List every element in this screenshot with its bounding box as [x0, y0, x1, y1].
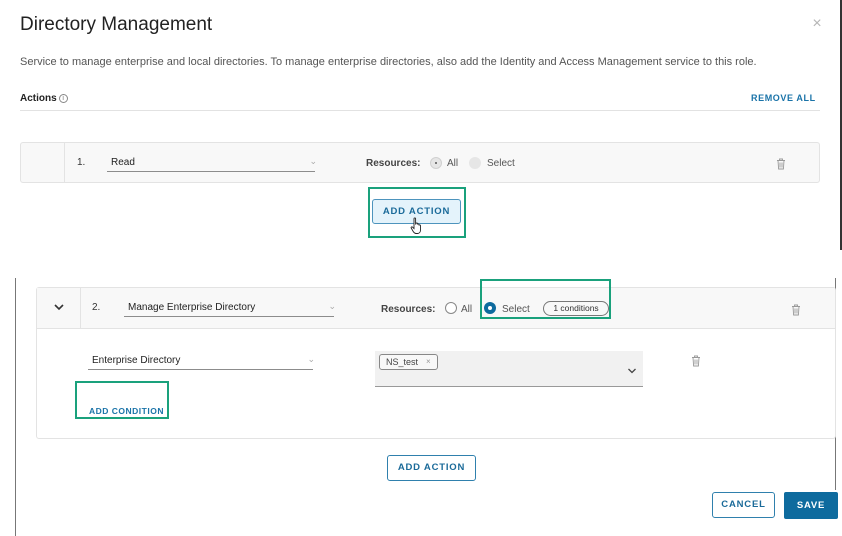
action-number: 1.	[77, 157, 86, 168]
divider	[20, 110, 820, 111]
add-action-button[interactable]: ADD ACTION	[387, 455, 476, 481]
modal-description: Service to manage enterprise and local d…	[20, 56, 757, 68]
radio-select[interactable]	[469, 157, 481, 169]
trash-icon[interactable]	[776, 158, 786, 170]
row-gutter	[37, 288, 81, 329]
trash-icon[interactable]	[791, 304, 801, 316]
radio-all-label: All	[461, 304, 473, 315]
remove-tag-icon[interactable]: ×	[426, 355, 431, 369]
add-condition-link[interactable]: ADD CONDITION	[89, 406, 164, 416]
radio-all-label: All	[447, 158, 459, 169]
tag-label: NS_test	[386, 357, 419, 367]
remove-all-link[interactable]: REMOVE ALL	[751, 93, 816, 103]
resources-label: Resources:	[381, 304, 436, 315]
condition-field-select[interactable]: Enterprise Directory ⌄	[88, 354, 315, 370]
cancel-button[interactable]: CANCEL	[712, 492, 775, 518]
directory-management-modal: Directory Management × Service to manage…	[0, 0, 840, 248]
tag-chip: NS_test ×	[379, 354, 438, 370]
action-select-value: Read	[111, 157, 135, 168]
radio-all[interactable]	[445, 302, 457, 314]
chevron-down-icon[interactable]	[53, 302, 65, 312]
radio-all[interactable]	[430, 157, 442, 169]
info-icon[interactable]: i	[58, 94, 68, 103]
row-gutter	[21, 143, 65, 182]
chevron-down-icon: ⌄	[309, 156, 317, 166]
chevron-down-icon: ⌄	[307, 354, 315, 364]
close-icon[interactable]: ×	[810, 16, 824, 32]
conditions-badge[interactable]: 1 conditions	[543, 301, 609, 316]
condition-value-multiselect[interactable]: NS_test ×	[375, 351, 643, 387]
actions-label: Actions	[20, 93, 57, 104]
trash-icon[interactable]	[691, 355, 701, 367]
resources-label: Resources:	[366, 158, 421, 169]
action-select[interactable]: Read ⌄	[107, 156, 317, 172]
actions-heading: Actions i	[20, 93, 68, 104]
radio-dot	[435, 162, 437, 164]
save-button[interactable]: SAVE	[784, 492, 838, 519]
hand-cursor-icon	[410, 217, 421, 234]
action-select-value: Manage Enterprise Directory	[128, 302, 256, 313]
chevron-down-icon: ⌄	[328, 301, 336, 311]
condition-field-value: Enterprise Directory	[92, 355, 181, 366]
action-row-1: 1. Read ⌄ Resources: All Select	[20, 142, 820, 183]
radio-select-label: Select	[487, 158, 515, 169]
action-select[interactable]: Manage Enterprise Directory ⌄	[124, 301, 336, 317]
modal-title: Directory Management	[20, 14, 213, 35]
action-number: 2.	[92, 302, 101, 313]
chevron-down-icon[interactable]	[627, 367, 637, 375]
window-edge	[15, 278, 16, 536]
